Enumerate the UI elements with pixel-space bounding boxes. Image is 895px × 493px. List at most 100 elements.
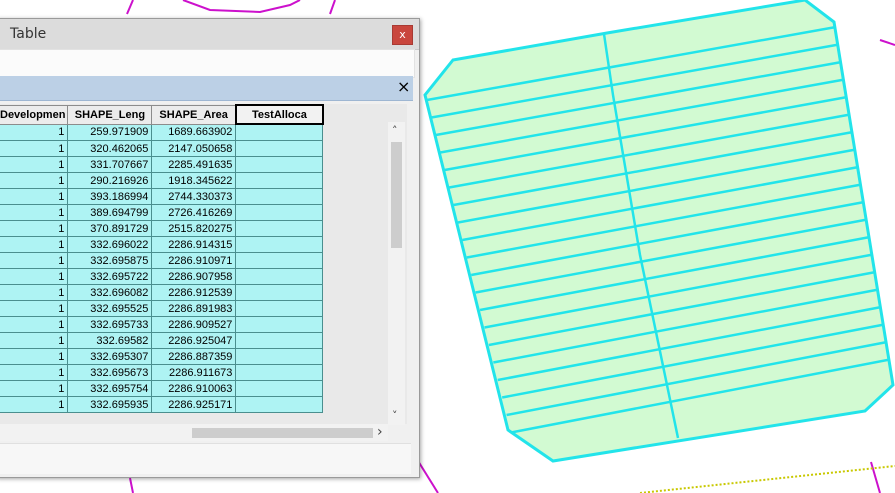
title-bar[interactable]: Table x bbox=[0, 19, 419, 50]
table-cell[interactable] bbox=[235, 332, 324, 349]
table-cell[interactable] bbox=[235, 268, 324, 285]
table-cell[interactable] bbox=[235, 220, 324, 237]
table-cell[interactable]: 2744.330373 bbox=[151, 188, 237, 205]
table-row[interactable]: 1 332.695733 2286.909527 bbox=[0, 316, 324, 333]
table-cell[interactable]: 332.69582 bbox=[67, 332, 153, 349]
horizontal-scrollbar[interactable]: › bbox=[0, 424, 388, 441]
table-cell[interactable]: 2726.416269 bbox=[151, 204, 237, 221]
table-row[interactable]: 1 332.696082 2286.912539 bbox=[0, 284, 324, 301]
table-cell[interactable]: 2286.912539 bbox=[151, 284, 237, 301]
table-cell[interactable]: 332.695935 bbox=[67, 396, 153, 413]
table-cell[interactable] bbox=[235, 140, 324, 157]
table-cell[interactable] bbox=[235, 156, 324, 173]
table-cell[interactable]: 1 bbox=[0, 364, 69, 381]
table-cell[interactable]: 1 bbox=[0, 396, 69, 413]
vertical-scrollbar[interactable]: ˄ ˅ bbox=[388, 122, 405, 425]
table-cell[interactable]: 1 bbox=[0, 284, 69, 301]
table-cell[interactable]: 332.695307 bbox=[67, 348, 153, 365]
table-cell[interactable]: 2286.914315 bbox=[151, 236, 237, 253]
table-cell[interactable]: 393.186994 bbox=[67, 188, 153, 205]
table-cell[interactable]: 370.891729 bbox=[67, 220, 153, 237]
table-cell[interactable]: 1 bbox=[0, 348, 69, 365]
table-cell[interactable] bbox=[235, 123, 324, 141]
table-cell[interactable]: 2286.910063 bbox=[151, 380, 237, 397]
table-cell[interactable]: 1 bbox=[0, 204, 69, 221]
table-cell[interactable]: 389.694799 bbox=[67, 204, 153, 221]
close-button[interactable]: x bbox=[392, 25, 413, 45]
table-cell[interactable]: 1 bbox=[0, 300, 69, 317]
table-cell[interactable]: 1 bbox=[0, 140, 69, 157]
table-cell[interactable] bbox=[235, 172, 324, 189]
table-cell[interactable]: 1 bbox=[0, 220, 69, 237]
table-cell[interactable]: 1 bbox=[0, 236, 69, 253]
table-cell[interactable]: 1 bbox=[0, 188, 69, 205]
table-cell[interactable]: 2286.887359 bbox=[151, 348, 237, 365]
table-cell[interactable] bbox=[235, 364, 324, 381]
table-cell[interactable]: 320.462065 bbox=[67, 140, 153, 157]
horizontal-scroll-thumb[interactable] bbox=[192, 428, 373, 438]
table-cell[interactable]: 2286.891983 bbox=[151, 300, 237, 317]
table-row[interactable]: 1 332.695307 2286.887359 bbox=[0, 348, 324, 365]
table-row[interactable]: 1 331.707667 2285.491635 bbox=[0, 156, 324, 173]
table-cell[interactable]: 2147.050658 bbox=[151, 140, 237, 157]
table-cell[interactable]: 1689.663902 bbox=[151, 123, 237, 141]
column-header-developmen[interactable]: Developmen bbox=[0, 104, 69, 125]
table-row[interactable]: 1 332.695525 2286.891983 bbox=[0, 300, 324, 317]
table-cell[interactable]: 2286.911673 bbox=[151, 364, 237, 381]
table-cell[interactable]: 1 bbox=[0, 123, 69, 141]
vertical-scroll-thumb[interactable] bbox=[391, 142, 402, 248]
table-cell[interactable]: 332.695722 bbox=[67, 268, 153, 285]
table-cell[interactable] bbox=[235, 316, 324, 333]
table-row[interactable]: 1 332.695875 2286.910971 bbox=[0, 252, 324, 269]
table-cell[interactable] bbox=[235, 252, 324, 269]
column-header-shape-leng[interactable]: SHAPE_Leng bbox=[67, 104, 153, 125]
table-row[interactable]: 1 332.69582 2286.925047 bbox=[0, 332, 324, 349]
table-cell[interactable]: 332.695673 bbox=[67, 364, 153, 381]
scroll-right-icon[interactable]: › bbox=[377, 425, 383, 439]
table-cell[interactable] bbox=[235, 284, 324, 301]
table-cell[interactable]: 1 bbox=[0, 380, 69, 397]
table-cell[interactable] bbox=[235, 380, 324, 397]
table-row[interactable]: 1 370.891729 2515.820275 bbox=[0, 220, 324, 237]
table-cell[interactable] bbox=[235, 396, 324, 413]
table-cell[interactable]: 2286.910971 bbox=[151, 252, 237, 269]
table-cell[interactable]: 1 bbox=[0, 252, 69, 269]
table-row[interactable]: 1 290.216926 1918.345622 bbox=[0, 172, 324, 189]
table-cell[interactable]: 1 bbox=[0, 268, 69, 285]
scroll-up-icon[interactable]: ˄ bbox=[392, 125, 398, 137]
table-cell[interactable]: 2285.491635 bbox=[151, 156, 237, 173]
table-cell[interactable]: 1918.345622 bbox=[151, 172, 237, 189]
table-row[interactable]: 1 332.695722 2286.907958 bbox=[0, 268, 324, 285]
table-cell[interactable]: 2515.820275 bbox=[151, 220, 237, 237]
column-header-testalloca[interactable]: TestAlloca bbox=[234, 104, 324, 125]
parcel-polygon[interactable] bbox=[423, 0, 895, 463]
table-cell[interactable]: 2286.925171 bbox=[151, 396, 237, 413]
table-cell[interactable]: 332.695525 bbox=[67, 300, 153, 317]
tab-close-icon[interactable]: × bbox=[397, 77, 410, 96]
table-cell[interactable] bbox=[235, 348, 324, 365]
table-cell[interactable]: 259.971909 bbox=[67, 123, 153, 141]
table-cell[interactable]: 332.695733 bbox=[67, 316, 153, 333]
table-cell[interactable] bbox=[235, 188, 324, 205]
table-cell[interactable] bbox=[235, 236, 324, 253]
table-cell[interactable]: 1 bbox=[0, 156, 69, 173]
table-row[interactable]: 1 332.695754 2286.910063 bbox=[0, 380, 324, 397]
table-row[interactable]: 1 332.695935 2286.925171 bbox=[0, 396, 324, 413]
table-row[interactable]: 1 332.695673 2286.911673 bbox=[0, 364, 324, 381]
table-cell[interactable]: 2286.907958 bbox=[151, 268, 237, 285]
table-cell[interactable]: 332.695754 bbox=[67, 380, 153, 397]
table-cell[interactable]: 332.696082 bbox=[67, 284, 153, 301]
table-cell[interactable]: 1 bbox=[0, 172, 69, 189]
scroll-down-icon[interactable]: ˅ bbox=[392, 410, 398, 422]
table-cell[interactable]: 290.216926 bbox=[67, 172, 153, 189]
table-cell[interactable]: 1 bbox=[0, 332, 69, 349]
table-cell[interactable]: 332.695875 bbox=[67, 252, 153, 269]
column-header-shape-area[interactable]: SHAPE_Area bbox=[151, 104, 237, 125]
table-row[interactable]: 1 259.971909 1689.663902 bbox=[0, 123, 324, 141]
table-cell[interactable]: 1 bbox=[0, 316, 69, 333]
table-row[interactable]: 1 393.186994 2744.330373 bbox=[0, 188, 324, 205]
table-cell[interactable]: 2286.909527 bbox=[151, 316, 237, 333]
table-cell[interactable]: 331.707667 bbox=[67, 156, 153, 173]
table-cell[interactable]: 332.696022 bbox=[67, 236, 153, 253]
table-cell[interactable] bbox=[235, 204, 324, 221]
